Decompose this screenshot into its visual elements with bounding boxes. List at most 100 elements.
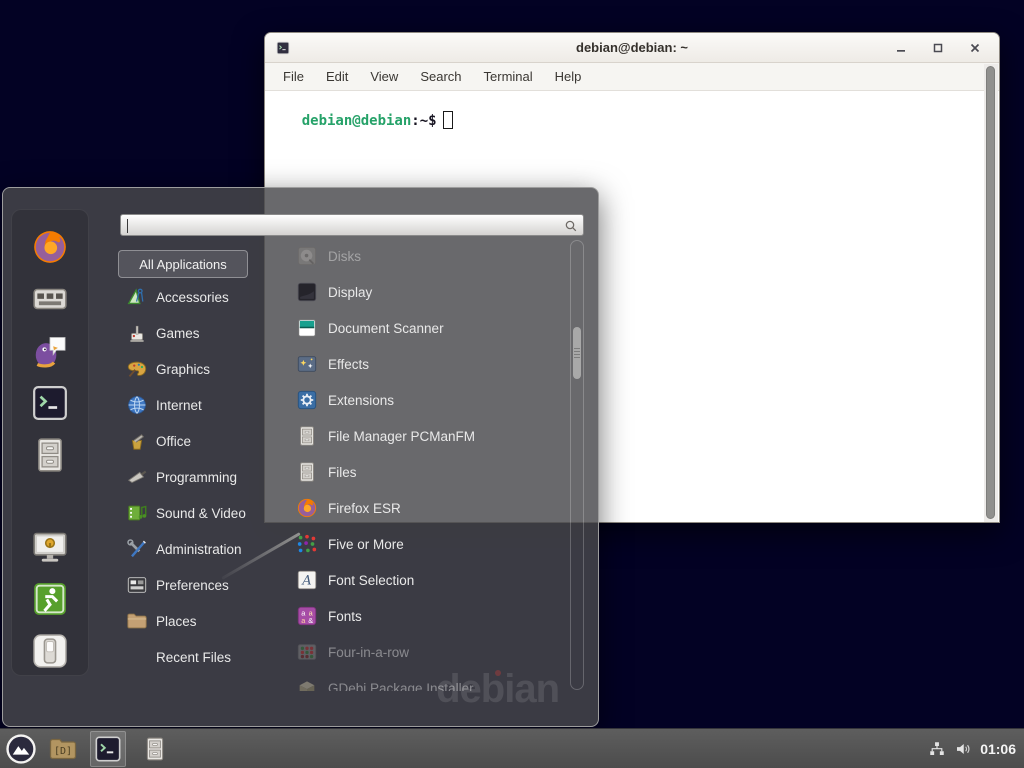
svg-text:&: & [308,616,313,625]
terminal-cursor [443,111,453,129]
category-internet[interactable]: Internet [121,387,283,423]
app-file-manager-pcmanfm[interactable]: File Manager PCManFM [286,418,568,454]
category-label: Internet [156,398,202,413]
app-label: Firefox ESR [328,501,401,516]
network-icon[interactable] [928,740,946,758]
app-four-in-a-row[interactable]: Four-in-a-row [286,634,568,670]
sound-video-icon [126,502,148,524]
terminal-scrollbar[interactable] [984,64,998,522]
menu-terminal[interactable]: Terminal [473,69,544,84]
menu-start-button[interactable] [4,732,38,766]
category-label: Office [156,434,191,449]
category-label: Programming [156,470,237,485]
gdebi-icon [296,677,318,691]
close-button[interactable] [967,40,983,56]
fonts-icon: aaa& [296,605,318,627]
favorite-file-manager[interactable] [31,436,69,474]
menu-search[interactable]: Search [409,69,472,84]
cabinet-icon [296,425,318,447]
category-label: Games [156,326,200,341]
category-label: Accessories [156,290,229,305]
display-icon [296,281,318,303]
extensions-icon [296,389,318,411]
favorite-firefox[interactable] [31,228,69,266]
debian-watermark: debian [436,667,559,712]
firefox-icon [296,497,318,519]
maximize-button[interactable] [930,40,946,56]
favorite-terminal[interactable] [31,384,69,422]
app-label: Document Scanner [328,321,444,336]
cabinet-icon [296,461,318,483]
app-label: Effects [328,357,369,372]
app-label: Display [328,285,372,300]
menu-help[interactable]: Help [544,69,593,84]
app-fonts[interactable]: aaa&Fonts [286,598,568,634]
internet-icon [126,394,148,416]
menu-view[interactable]: View [359,69,409,84]
category-label: Administration [156,542,242,557]
app-disks[interactable]: Disks [286,238,568,274]
category-label: Sound & Video [156,506,246,521]
menu-scrollbar-thumb[interactable] [573,327,581,379]
app-label: Fonts [328,609,362,624]
menu-edit[interactable]: Edit [315,69,359,84]
category-places[interactable]: Places [121,603,283,639]
category-label: Recent Files [156,650,231,665]
application-menu: All Applications Accessories Games Graphic… [2,187,599,727]
category-accessories[interactable]: Accessories [121,279,283,315]
search-input[interactable] [120,214,584,236]
category-recent-files[interactable]: Recent Files [121,639,283,675]
app-files[interactable]: Files [286,454,568,490]
app-document-scanner[interactable]: Document Scanner [286,310,568,346]
preferences-icon [126,574,148,596]
programming-icon [126,466,148,488]
app-font-selection[interactable]: AFont Selection [286,562,568,598]
app-five-or-more[interactable]: Five or More [286,526,568,562]
five-or-more-icon [296,533,318,555]
terminal-task-button[interactable] [90,731,126,767]
favorite-pidgin[interactable] [31,332,69,370]
terminal-titlebar[interactable]: debian@debian: ~ [265,33,999,63]
none-icon [126,646,148,668]
favorite-shut-down[interactable] [31,632,69,670]
effects-icon [296,353,318,375]
file-manager-launcher[interactable] [138,732,172,766]
category-programming[interactable]: Programming [121,459,283,495]
category-label: Graphics [156,362,210,377]
font-selection-icon: A [296,569,318,591]
office-icon [126,430,148,452]
app-label: Disks [328,249,361,264]
search-icon [563,218,579,234]
app-label: Extensions [328,393,394,408]
accessories-icon [126,286,148,308]
category-games[interactable]: Games [121,315,283,351]
terminal-scrollbar-thumb[interactable] [986,66,995,519]
app-firefox-esr[interactable]: Firefox ESR [286,490,568,526]
clock[interactable]: 01:06 [980,741,1016,757]
desktop-folder-launcher[interactable]: [D] [45,732,81,766]
category-preferences[interactable]: Preferences [121,567,283,603]
favorite-keyboard-app[interactable] [31,280,69,318]
app-label: File Manager PCManFM [328,429,475,444]
favorite-log-out[interactable] [31,580,69,618]
category-sound-video[interactable]: Sound & Video [121,495,283,531]
category-administration[interactable]: Administration [121,531,283,567]
category-list: Accessories Games Graphics Internet Office Pr… [121,279,283,675]
favorite-lock-screen[interactable] [31,528,69,566]
app-display[interactable]: Display [286,274,568,310]
app-extensions[interactable]: Extensions [286,382,568,418]
menu-scrollbar[interactable] [570,240,584,690]
all-applications-button[interactable]: All Applications [118,250,248,278]
category-graphics[interactable]: Graphics [121,351,283,387]
menu-file[interactable]: File [272,69,315,84]
app-effects[interactable]: Effects [286,346,568,382]
volume-icon[interactable] [954,740,972,758]
games-icon [126,322,148,344]
terminal-title: debian@debian: ~ [265,33,999,63]
minimize-button[interactable] [893,40,909,56]
category-office[interactable]: Office [121,423,283,459]
text-caret [127,219,128,233]
svg-text:[D]: [D] [54,746,72,757]
application-list: Disks Display Document Scanner Effects Exten… [286,238,568,691]
app-label: Four-in-a-row [328,645,409,660]
